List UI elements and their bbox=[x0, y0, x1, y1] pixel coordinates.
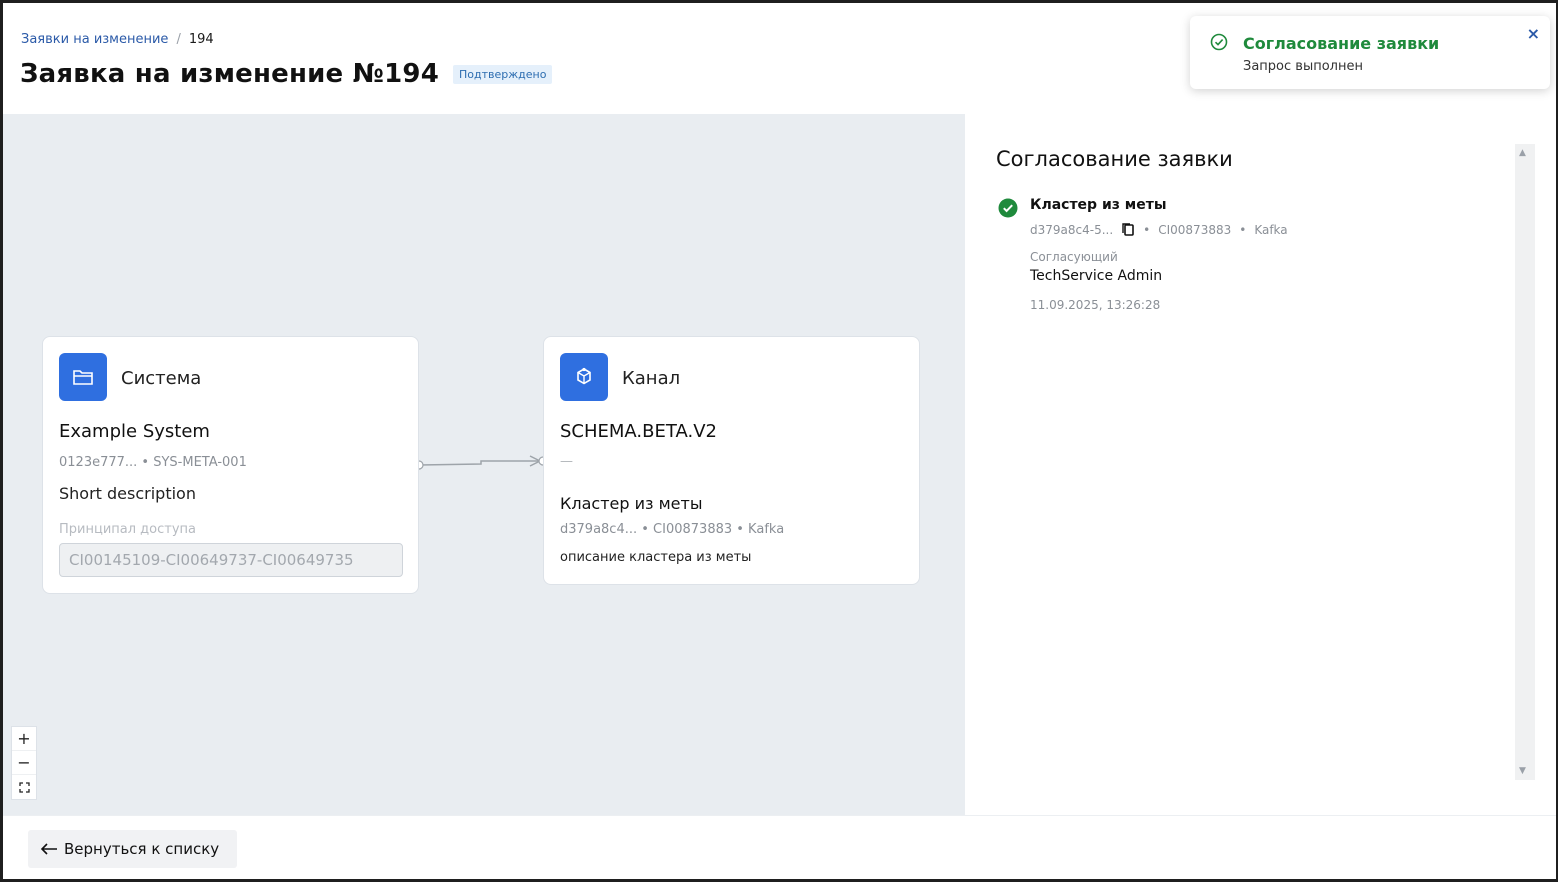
approval-item: Кластер из меты d379a8c4-5... • CI008738… bbox=[996, 196, 1516, 326]
arrow-left-icon bbox=[40, 843, 57, 855]
approver-name: TechService Admin bbox=[1030, 268, 1163, 284]
breadcrumb-link-requests[interactable]: Заявки на изменение bbox=[21, 32, 168, 47]
breadcrumb-current: 194 bbox=[188, 32, 214, 47]
page-footer: Вернуться к списку bbox=[3, 815, 1556, 879]
node-type-label: Канал bbox=[622, 368, 681, 389]
toast-notification: Согласование заявки Запрос выполнен × bbox=[1190, 16, 1550, 89]
node-description: Short description bbox=[59, 484, 196, 503]
node-meta: 0123e777... • SYS-META-001 bbox=[59, 455, 247, 470]
back-button-label: Вернуться к списку bbox=[64, 840, 220, 858]
cluster-description: описание кластера из меты bbox=[560, 550, 752, 565]
back-to-list-button[interactable]: Вернуться к списку bbox=[28, 830, 238, 868]
node-name: Example System bbox=[59, 421, 210, 442]
breadcrumb-separator: / bbox=[176, 32, 181, 47]
node-meta-empty: — bbox=[560, 454, 573, 469]
copy-icon[interactable] bbox=[1121, 222, 1135, 237]
toast-title: Согласование заявки bbox=[1243, 34, 1440, 53]
approval-panel: Согласование заявки Кластер из меты d379… bbox=[965, 114, 1556, 815]
scrollbar[interactable]: ▲ ▼ bbox=[1515, 144, 1535, 780]
node-channel[interactable]: Канал SCHEMA.BETA.V2 — Кластер из меты d… bbox=[543, 336, 920, 585]
folder-icon bbox=[59, 353, 107, 401]
zoom-in-button[interactable]: + bbox=[12, 727, 36, 751]
panel-title: Согласование заявки bbox=[996, 147, 1233, 171]
approval-id: d379a8c4-5... bbox=[1030, 222, 1114, 237]
fit-view-button[interactable] bbox=[12, 775, 36, 799]
graph-canvas[interactable]: Система Example System 0123e777... • SYS… bbox=[3, 114, 965, 815]
zoom-controls: + − bbox=[11, 726, 37, 800]
principal-field[interactable] bbox=[59, 543, 403, 577]
approval-ci: CI00873883 bbox=[1158, 222, 1232, 237]
approval-kind: Kafka bbox=[1254, 222, 1288, 237]
page-title-row: Заявка на изменение №194 Подтверждено bbox=[20, 59, 553, 89]
fit-view-icon bbox=[18, 781, 30, 793]
meta-dot: • bbox=[1239, 222, 1247, 237]
node-name: SCHEMA.BETA.V2 bbox=[560, 421, 717, 442]
scroll-down-icon[interactable]: ▼ bbox=[1519, 766, 1526, 776]
node-system[interactable]: Система Example System 0123e777... • SYS… bbox=[42, 336, 419, 594]
approval-date: 11.09.2025, 13:26:28 bbox=[1030, 298, 1161, 312]
check-circle-icon bbox=[1210, 33, 1228, 51]
page-title: Заявка на изменение №194 bbox=[20, 59, 439, 89]
approval-meta: d379a8c4-5... • CI00873883 • Kafka bbox=[1030, 222, 1288, 237]
cluster-meta: d379a8c4... • CI00873883 • Kafka bbox=[560, 522, 785, 537]
cluster-name: Кластер из меты bbox=[560, 494, 703, 513]
breadcrumb: Заявки на изменение / 194 bbox=[21, 32, 214, 47]
toast-message: Запрос выполнен bbox=[1243, 59, 1363, 74]
zoom-out-button[interactable]: − bbox=[12, 751, 36, 775]
approver-label: Согласующий bbox=[1030, 250, 1118, 264]
scroll-up-icon[interactable]: ▲ bbox=[1519, 148, 1526, 158]
approval-name: Кластер из меты bbox=[1030, 197, 1167, 213]
cube-icon bbox=[560, 353, 608, 401]
meta-dot: • bbox=[1143, 222, 1151, 237]
status-badge: Подтверждено bbox=[453, 64, 553, 84]
close-icon[interactable]: × bbox=[1527, 24, 1540, 43]
node-type-label: Система bbox=[121, 368, 202, 389]
check-circle-icon bbox=[998, 198, 1018, 218]
principal-label: Принципал доступа bbox=[59, 522, 197, 537]
